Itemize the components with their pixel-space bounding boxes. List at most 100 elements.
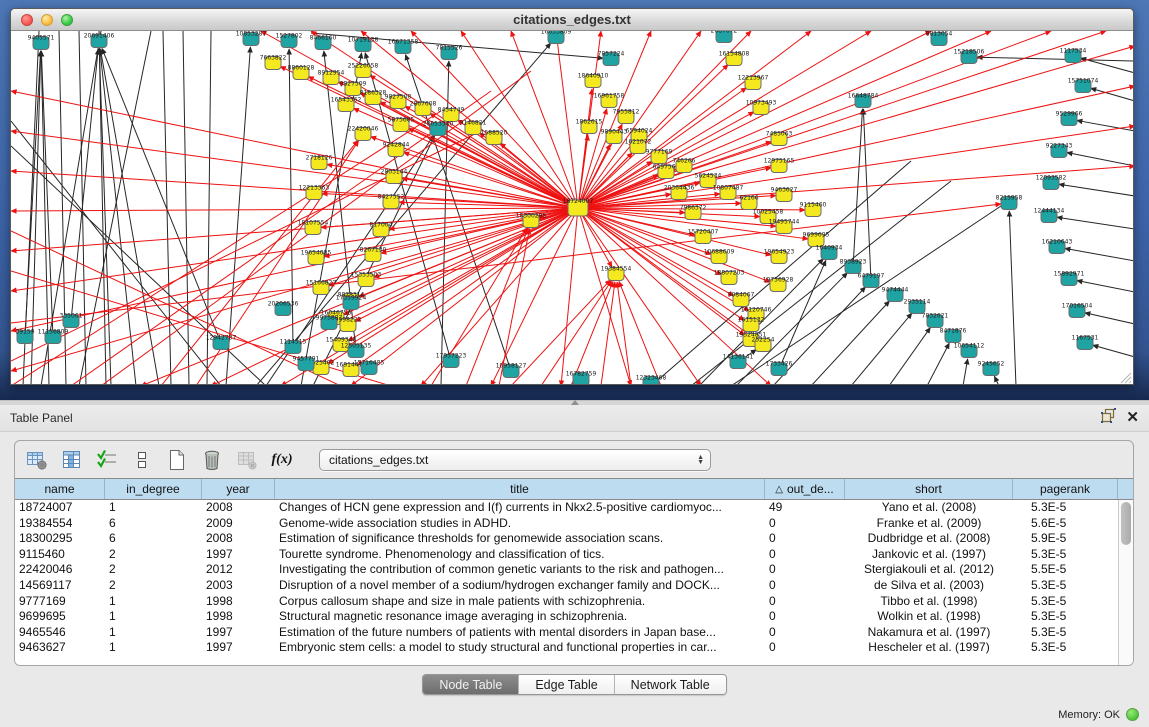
graph-node[interactable]: 10719138	[348, 37, 379, 52]
graph-node[interactable]: 16782759	[566, 371, 597, 385]
new-document-button[interactable]	[165, 448, 189, 472]
graph-node[interactable]: 12093582	[1036, 175, 1067, 190]
column-header-short[interactable]: short	[845, 479, 1013, 499]
graph-node[interactable]: 2867608	[410, 101, 437, 116]
panel-splitter[interactable]	[0, 400, 1149, 405]
window-titlebar[interactable]: citations_edges.txt	[11, 9, 1133, 31]
graph-node[interactable]: 18640910	[578, 73, 609, 88]
graph-node[interactable]: 20691406	[84, 33, 115, 48]
table-row[interactable]: 1830029562008Estimation of significance …	[15, 531, 1133, 547]
column-header-name[interactable]: name	[15, 479, 105, 499]
graph-node[interactable]: 746266	[673, 158, 696, 173]
splitter-arrow-icon[interactable]	[571, 400, 579, 405]
resize-grip[interactable]	[1118, 370, 1132, 384]
graph-node[interactable]: 14136141	[723, 354, 754, 369]
graph-node[interactable]: 335061	[60, 313, 83, 328]
table-row[interactable]: 946362711997Embryonic stem cells: a mode…	[15, 640, 1133, 656]
graph-node[interactable]: 8813054	[926, 31, 953, 46]
graph-node[interactable]: 10654112	[954, 343, 985, 358]
graph-node[interactable]: 12942737	[206, 335, 237, 350]
graph-node[interactable]: 15892971	[1054, 271, 1085, 286]
graph-node[interactable]: 20206536	[268, 301, 299, 316]
graph-node[interactable]: 62166	[739, 195, 758, 210]
graph-node[interactable]: 9529966	[1056, 111, 1083, 126]
graph-node[interactable]: 8471876	[940, 328, 967, 343]
graph-node[interactable]: 9890443	[601, 129, 628, 144]
graph-node[interactable]: 19756928	[763, 277, 794, 292]
graph-node[interactable]: 17957223	[436, 353, 467, 368]
graph-node[interactable]: 9777169	[646, 149, 673, 164]
network-canvas[interactable]: 7663822886012889129542522605898275091654…	[11, 31, 1133, 385]
delete-table-button[interactable]	[235, 448, 259, 472]
graph-node[interactable]: 9084067	[728, 292, 755, 307]
function-builder-button[interactable]: f(x)	[270, 448, 294, 472]
graph-node[interactable]: 8466160	[310, 35, 337, 50]
graph-node[interactable]: 8186328	[360, 90, 387, 105]
graph-node[interactable]: 25226058	[348, 63, 379, 78]
table-source-select[interactable]: citations_edges.txt ▲▼	[319, 449, 711, 471]
scrollbar-thumb[interactable]	[1121, 502, 1131, 545]
table-row[interactable]: 911546021997Tourette syndrome. Phenomeno…	[15, 547, 1133, 563]
close-panel-icon[interactable]: ✕	[1126, 411, 1139, 425]
graph-node[interactable]: 2718126	[306, 155, 333, 170]
graph-node[interactable]: 9245652	[978, 361, 1005, 376]
graph-node[interactable]: 18807203	[714, 270, 745, 285]
table-row[interactable]: 946554611997Estimation of the future num…	[15, 625, 1133, 641]
table-row[interactable]: 1456911722003Disruption of a novel membe…	[15, 578, 1133, 594]
table-row[interactable]: 2242004622012Investigating the contribut…	[15, 562, 1133, 578]
network-window[interactable]: citations_edges.txt 76638228860128891295…	[10, 8, 1134, 385]
graph-node[interactable]: 15751074	[1068, 78, 1099, 93]
column-header-out-de-[interactable]: △out_de...	[765, 479, 845, 499]
graph-node[interactable]: 1733426	[766, 361, 793, 376]
graph-node[interactable]: 12323468	[636, 375, 667, 385]
graph-node[interactable]: 17016504	[1062, 303, 1093, 318]
float-panel-icon[interactable]	[1101, 408, 1116, 428]
graph-node[interactable]: 1117534	[1060, 48, 1087, 63]
column-header-in-degree[interactable]: in_degree	[105, 479, 202, 499]
graph-node[interactable]: 10973493	[746, 100, 777, 115]
graph-node[interactable]: 7832621	[922, 313, 949, 328]
graph-node[interactable]: 6479197	[858, 273, 885, 288]
table-scrollbar[interactable]	[1118, 500, 1133, 665]
graph-node[interactable]: 9463627	[771, 187, 798, 202]
table-row[interactable]: 1872400712008Changes of HCN gene express…	[15, 500, 1133, 516]
graph-node[interactable]: 817004	[370, 222, 393, 237]
graph-node[interactable]: 22420046	[348, 126, 379, 141]
graph-node[interactable]: 2935114	[904, 299, 931, 314]
graph-node[interactable]: 1527802	[276, 33, 303, 48]
graph-node[interactable]: 1862615	[576, 119, 603, 134]
tab-edge-table[interactable]: Edge Table	[518, 675, 613, 694]
column-header-title[interactable]: title	[275, 479, 765, 499]
table-row[interactable]: 1938455462009Genome-wide association stu…	[15, 516, 1133, 532]
table-settings-button[interactable]	[25, 448, 49, 472]
graph-node[interactable]: 7815526	[436, 45, 463, 60]
tab-network-table[interactable]: Network Table	[614, 675, 726, 694]
table-row[interactable]: 969969511998Structural magnetic resonanc…	[15, 609, 1133, 625]
network-graph[interactable]: 7663822886012889129542522605898275091654…	[11, 31, 1133, 385]
delete-trash-button[interactable]	[200, 448, 224, 472]
row-height-button[interactable]	[130, 448, 154, 472]
select-all-checks-button[interactable]	[95, 448, 119, 472]
column-header-year[interactable]: year	[202, 479, 275, 499]
graph-node[interactable]: 11156809	[38, 329, 69, 344]
graph-node[interactable]: 10853287	[236, 31, 267, 46]
graph-node[interactable]: 9405571	[28, 35, 55, 50]
graph-node[interactable]: 7955812	[613, 109, 640, 124]
graph-node[interactable]: 1167531	[1072, 335, 1099, 350]
graph-node[interactable]: 9227343	[1046, 143, 1073, 158]
graph-node[interactable]: 12975165	[764, 158, 795, 173]
graph-node[interactable]: 16154808	[719, 51, 750, 66]
graph-node[interactable]: 252254	[752, 337, 775, 352]
graph-node[interactable]: 16033809	[541, 31, 572, 44]
graph-node[interactable]: 39159	[15, 329, 34, 344]
graph-node[interactable]: 10958127	[496, 363, 527, 378]
graph-node[interactable]: 19654923	[764, 249, 795, 264]
graph-node[interactable]: 16671358	[388, 39, 419, 54]
graph-node[interactable]: 15218506	[954, 49, 985, 64]
tab-node-table[interactable]: Node Table	[423, 675, 518, 694]
graph-node[interactable]: 17359924	[336, 295, 367, 310]
graph-node[interactable]: 9115460	[800, 202, 827, 217]
graph-node[interactable]: 10688609	[704, 249, 735, 264]
graph-node[interactable]: 12444134	[1034, 208, 1065, 223]
column-header-pagerank[interactable]: pagerank	[1013, 479, 1118, 499]
